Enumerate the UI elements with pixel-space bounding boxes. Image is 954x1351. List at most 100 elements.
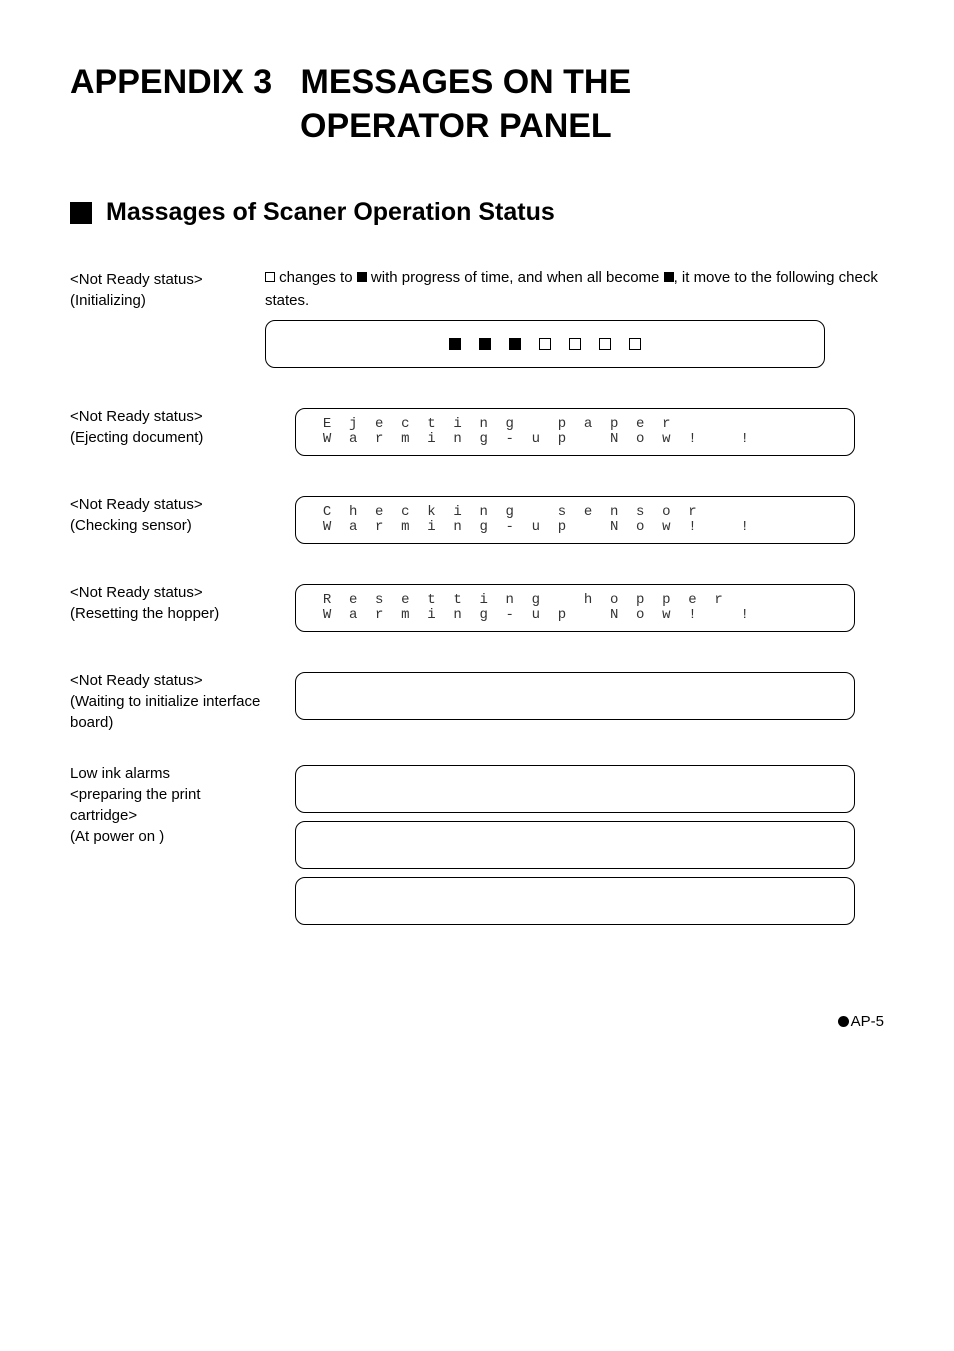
lcd-cell: k xyxy=(418,505,444,520)
text-fragment: with progress of time, and when all beco… xyxy=(371,269,659,286)
block-filled-icon xyxy=(509,338,521,350)
lcd-cell: r xyxy=(706,593,732,608)
lcd-cell: t xyxy=(418,417,444,432)
label-line: (At power on ) xyxy=(70,826,265,847)
lcd-cell xyxy=(784,417,810,432)
lcd-cell: E xyxy=(314,417,340,432)
label-initializing: <Not Ready status> (Initializing) xyxy=(70,267,265,311)
lcd-cell: ! xyxy=(732,608,758,623)
lcd-cell xyxy=(810,417,836,432)
lcd-cell: i xyxy=(445,505,471,520)
lcd-cell xyxy=(758,608,784,623)
lcd-cell: g xyxy=(497,505,523,520)
lcd-cell: p xyxy=(549,520,575,535)
lcd-cell xyxy=(810,520,836,535)
lcd-cell xyxy=(706,432,732,447)
lcd-cell: g xyxy=(471,608,497,623)
square-filled-icon xyxy=(664,272,674,282)
lcd-cell: w xyxy=(653,520,679,535)
lcd-cell xyxy=(758,505,784,520)
lcd-cell: N xyxy=(601,520,627,535)
label-line: (Ejecting document) xyxy=(70,427,265,448)
footer-text: AP-5 xyxy=(851,1013,884,1030)
label-line: (Waiting to initialize interface board) xyxy=(70,691,265,733)
lcd-panel-ejecting: EjectingpaperWarming-upNow!! xyxy=(295,408,855,456)
lcd-cell: a xyxy=(575,417,601,432)
lcd-panel-empty xyxy=(295,821,855,869)
lcd-cell: i xyxy=(471,593,497,608)
lcd-cell: - xyxy=(497,608,523,623)
lcd-cell: N xyxy=(601,432,627,447)
block-empty-icon xyxy=(569,338,581,350)
title-part2: MESSAGES ON THE xyxy=(301,63,632,101)
label-line: <Not Ready status> xyxy=(70,494,265,515)
lcd-cell xyxy=(549,593,575,608)
lcd-cell: a xyxy=(340,520,366,535)
lcd-cell: p xyxy=(653,593,679,608)
lcd-cell: e xyxy=(627,417,653,432)
lcd-panel-empty xyxy=(295,765,855,813)
label-line: <Not Ready status> xyxy=(70,670,265,691)
label-line: <preparing the print cartridge> xyxy=(70,784,265,826)
lcd-cell: n xyxy=(471,505,497,520)
lcd-cell: c xyxy=(392,505,418,520)
lcd-cell: w xyxy=(653,432,679,447)
lcd-panel-progress xyxy=(265,320,825,368)
label-resetting: <Not Ready status> (Resetting the hopper… xyxy=(70,580,265,624)
lcd-cell: a xyxy=(340,608,366,623)
lcd-cell: o xyxy=(653,505,679,520)
lcd-cell xyxy=(523,417,549,432)
block-empty-icon xyxy=(599,338,611,350)
lcd-cell: h xyxy=(340,505,366,520)
lcd-cell xyxy=(706,417,732,432)
lcd-panel-empty xyxy=(295,877,855,925)
lcd-cell: i xyxy=(418,608,444,623)
progress-blocks xyxy=(284,338,806,350)
label-line: Low ink alarms xyxy=(70,763,265,784)
lcd-cell xyxy=(810,593,836,608)
lcd-cell: p xyxy=(549,417,575,432)
label-checking: <Not Ready status> (Checking sensor) xyxy=(70,492,265,536)
lcd-grid: CheckingsensorWarming-upNow!! xyxy=(314,505,836,536)
lcd-cell: i xyxy=(418,432,444,447)
lcd-cell: n xyxy=(601,505,627,520)
lcd-cell: o xyxy=(627,608,653,623)
lcd-cell: m xyxy=(392,520,418,535)
lcd-grid: EjectingpaperWarming-upNow!! xyxy=(314,417,836,448)
row-resetting: <Not Ready status> (Resetting the hopper… xyxy=(70,580,884,640)
lcd-panel-empty xyxy=(295,672,855,720)
lcd-cell xyxy=(758,520,784,535)
lcd-cell: n xyxy=(497,593,523,608)
lcd-cell: e xyxy=(340,593,366,608)
lcd-cell: e xyxy=(366,417,392,432)
lcd-cell xyxy=(784,520,810,535)
lcd-cell: r xyxy=(366,520,392,535)
lcd-cell xyxy=(679,417,705,432)
page-title: APPENDIX 3 MESSAGES ON THE OPERATOR PANE… xyxy=(70,60,884,148)
lcd-cell: u xyxy=(523,520,549,535)
lcd-panel-resetting: ResettinghopperWarming-upNow!! xyxy=(295,584,855,632)
label-line: (Resetting the hopper) xyxy=(70,603,265,624)
lcd-cell: s xyxy=(549,505,575,520)
lcd-cell: w xyxy=(653,608,679,623)
label-lowink: Low ink alarms <preparing the print cart… xyxy=(70,761,265,847)
lcd-cell: ! xyxy=(679,608,705,623)
lcd-cell: t xyxy=(445,593,471,608)
lcd-cell: r xyxy=(366,608,392,623)
lcd-cell: o xyxy=(601,593,627,608)
label-waiting: <Not Ready status> (Waiting to initializ… xyxy=(70,668,265,733)
row-ejecting: <Not Ready status> (Ejecting document) E… xyxy=(70,404,884,464)
lcd-cell: r xyxy=(653,417,679,432)
lcd-cell: n xyxy=(445,520,471,535)
lcd-cell: g xyxy=(497,417,523,432)
lcd-cell: e xyxy=(366,505,392,520)
lcd-cell xyxy=(523,505,549,520)
title-part1: APPENDIX 3 xyxy=(70,63,272,101)
lcd-cell: g xyxy=(523,593,549,608)
lcd-cell xyxy=(810,608,836,623)
block-filled-icon xyxy=(449,338,461,350)
lcd-cell: W xyxy=(314,432,340,447)
lcd-cell: u xyxy=(523,432,549,447)
lcd-cell: C xyxy=(314,505,340,520)
square-filled-icon xyxy=(357,272,367,282)
